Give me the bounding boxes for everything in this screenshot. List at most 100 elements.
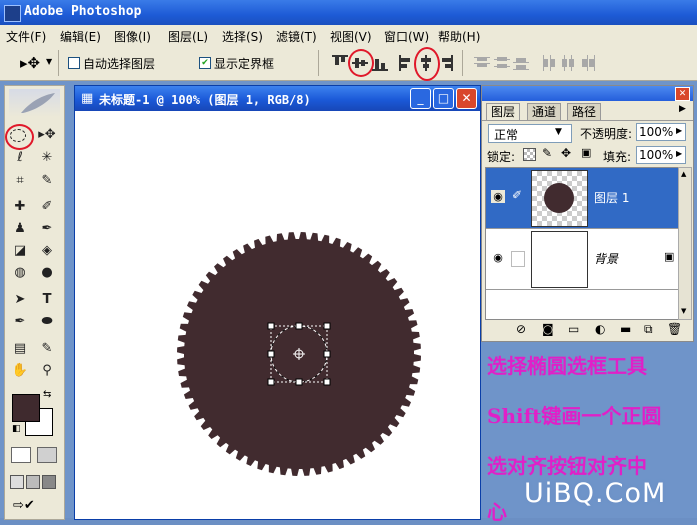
- add-style-icon[interactable]: ◙: [542, 322, 554, 336]
- opacity-input[interactable]: 100% ▶: [636, 123, 686, 141]
- swap-colors-icon[interactable]: ⇆: [43, 389, 51, 400]
- fill-label: 填充:: [603, 150, 632, 164]
- chevron-down-icon[interactable]: ▼: [46, 57, 52, 66]
- crop-icon[interactable]: ⌗: [11, 172, 29, 190]
- distribute-bottom-icon[interactable]: [513, 55, 529, 71]
- minimize-button[interactable]: _: [410, 88, 431, 109]
- distribute-top-icon[interactable]: [474, 55, 490, 71]
- menu-edit[interactable]: 编辑(E): [60, 28, 101, 45]
- document-window: ▦ 未标题-1 @ 100% (图层 1, RGB/8) _ □ ✕: [74, 85, 481, 520]
- auto-select-checkbox[interactable]: [68, 57, 80, 69]
- menu-filter[interactable]: 滤镜(T): [276, 28, 317, 45]
- menu-help[interactable]: 帮助(H): [438, 28, 480, 45]
- panel-menu-icon[interactable]: ▶: [679, 104, 686, 114]
- type-icon[interactable]: T: [38, 291, 56, 309]
- layer-name[interactable]: 图层 1: [594, 189, 629, 206]
- fill-value: 100%: [639, 148, 674, 162]
- adjustment-layer-icon[interactable]: ◐: [595, 322, 605, 336]
- jump-to-imageready-icon[interactable]: ⇨✔: [13, 498, 35, 513]
- brush-link-icon[interactable]: ✐: [512, 188, 522, 202]
- menu-view[interactable]: 视图(V): [330, 28, 372, 45]
- ellipse-shape-icon[interactable]: ⬬: [38, 313, 56, 331]
- fill-input[interactable]: 100% ▶: [636, 146, 686, 164]
- lock-position-icon[interactable]: ✥: [561, 146, 571, 160]
- zoom-icon[interactable]: ⚲: [38, 362, 56, 380]
- show-bounds-checkbox[interactable]: ✔: [199, 57, 211, 69]
- eye-icon[interactable]: ◉: [491, 251, 505, 264]
- distribute-vcenter-icon[interactable]: [494, 55, 510, 71]
- distribute-hcenter-icon[interactable]: [560, 55, 576, 71]
- screen-mode-full-icon[interactable]: [42, 475, 56, 489]
- standard-mode-icon[interactable]: [11, 447, 31, 463]
- align-right-icon[interactable]: [437, 55, 453, 71]
- notes-icon[interactable]: ▤: [11, 340, 29, 358]
- align-left-icon[interactable]: [399, 55, 415, 71]
- scroll-down-icon[interactable]: ▼: [681, 307, 686, 315]
- app-title: Adobe Photoshop: [24, 4, 142, 19]
- panel-close-button[interactable]: ✕: [675, 87, 690, 101]
- blend-mode-value: 正常: [494, 128, 519, 142]
- magic-wand-icon[interactable]: ✳: [38, 149, 56, 167]
- move-icon[interactable]: ▸✥: [38, 126, 56, 144]
- slice-icon[interactable]: ✎: [38, 172, 56, 190]
- tab-paths[interactable]: 路径: [567, 103, 602, 120]
- dodge-icon[interactable]: ●: [38, 264, 56, 282]
- paint-bucket-icon[interactable]: ◈: [38, 242, 56, 260]
- healing-brush-icon[interactable]: ✚: [11, 198, 29, 216]
- watermark: UiBQ.CoM: [524, 478, 667, 509]
- lock-all-icon[interactable]: ▣: [581, 146, 591, 159]
- trash-icon[interactable]: 🗑: [667, 322, 682, 336]
- menu-layer[interactable]: 图层(L): [168, 28, 208, 45]
- quick-mask-icon[interactable]: [37, 447, 57, 463]
- align-bottom-icon[interactable]: [372, 55, 388, 71]
- layer-name[interactable]: 背景: [594, 250, 618, 267]
- close-button[interactable]: ✕: [456, 88, 477, 109]
- layers-panel: ✕ 图层 通道 路径 ▶ 正常 ▼ 不透明度: 100% ▶ 锁定: ✎ ✥ ▣…: [481, 85, 694, 342]
- move-tool-icon[interactable]: ▸✥: [20, 54, 40, 72]
- add-mask-icon[interactable]: ▭: [568, 322, 579, 336]
- link-slot[interactable]: [511, 251, 525, 267]
- layer-thumbnail: [531, 231, 588, 288]
- lock-transparency-icon[interactable]: [523, 148, 536, 161]
- arrow-right-icon: ▶: [676, 149, 683, 158]
- lock-icon: ▣: [664, 250, 675, 263]
- lasso-icon[interactable]: ℓ: [11, 149, 29, 167]
- menu-image[interactable]: 图像(I): [114, 28, 151, 45]
- layer-row-background[interactable]: ◉ 背景 ▣: [486, 229, 678, 290]
- lock-pixels-icon[interactable]: ✎: [542, 146, 552, 160]
- pen-icon[interactable]: ✒: [11, 313, 29, 331]
- feather-logo-icon: [9, 89, 60, 117]
- distribute-left-icon[interactable]: [541, 55, 557, 71]
- screen-mode-menu-icon[interactable]: [26, 475, 40, 489]
- opacity-label: 不透明度:: [580, 127, 633, 141]
- brush-icon[interactable]: ✐: [38, 198, 56, 216]
- menu-select[interactable]: 选择(S): [222, 28, 263, 45]
- new-group-icon[interactable]: ▬: [620, 322, 631, 336]
- tab-channels[interactable]: 通道: [527, 103, 562, 120]
- blend-mode-select[interactable]: 正常 ▼: [488, 124, 572, 143]
- eyedropper-icon[interactable]: ✎: [38, 340, 56, 358]
- eye-icon[interactable]: ◉: [491, 190, 505, 203]
- canvas[interactable]: [75, 111, 480, 519]
- maximize-button[interactable]: □: [433, 88, 454, 109]
- layer-row-1[interactable]: ◉ ✐ 图层 1: [486, 168, 678, 229]
- hand-icon[interactable]: ✋: [11, 362, 29, 380]
- default-colors-icon[interactable]: ◧: [12, 424, 21, 434]
- menu-bar: 文件(F) 编辑(E) 图像(I) 图层(L) 选择(S) 滤镜(T) 视图(V…: [0, 25, 697, 47]
- menu-file[interactable]: 文件(F): [6, 28, 46, 45]
- align-top-icon[interactable]: [332, 55, 348, 71]
- new-layer-icon[interactable]: ⧉: [644, 322, 653, 337]
- screen-mode-standard-icon[interactable]: [10, 475, 24, 489]
- tab-layers[interactable]: 图层: [486, 103, 521, 120]
- link-layers-icon[interactable]: ⊘: [516, 322, 526, 336]
- clone-stamp-icon[interactable]: ♟: [11, 220, 29, 238]
- eraser-icon[interactable]: ◪: [11, 242, 29, 260]
- layers-scrollbar[interactable]: ▲ ▼: [678, 167, 692, 320]
- foreground-color-swatch[interactable]: [12, 394, 40, 422]
- scroll-up-icon[interactable]: ▲: [681, 170, 686, 178]
- distribute-right-icon[interactable]: [580, 55, 596, 71]
- blur-icon[interactable]: ◍: [11, 264, 29, 282]
- menu-window[interactable]: 窗口(W): [384, 28, 429, 45]
- path-select-icon[interactable]: ➤: [11, 291, 29, 309]
- history-brush-icon[interactable]: ✒: [38, 220, 56, 238]
